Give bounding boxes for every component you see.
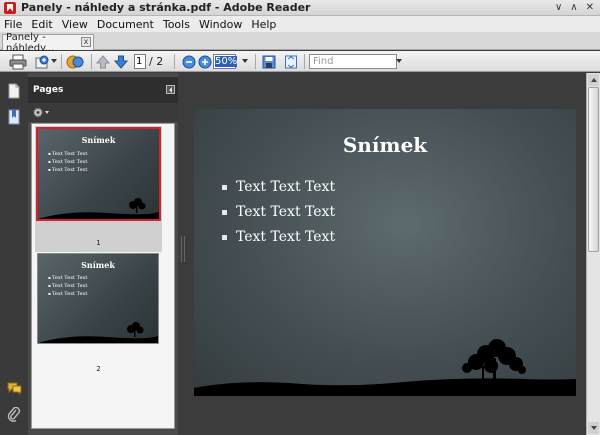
save-icon[interactable] (262, 54, 276, 70)
bookmarks-panel-icon[interactable] (7, 109, 21, 125)
thumbnail-bullets: Text Text Text Text Text Text Text Text … (48, 150, 87, 174)
find-dropdown-arrow[interactable] (396, 59, 402, 63)
slide-bullet: Text Text Text (222, 200, 335, 225)
collapse-panel-button[interactable] (166, 85, 175, 94)
menu-bar: File Edit View Document Tools Window Hel… (0, 16, 600, 32)
menu-help[interactable]: Help (251, 18, 276, 31)
scroll-down-button[interactable] (588, 422, 599, 434)
thumbnail-bullet: Text Text Text (48, 150, 87, 158)
bullet-square-icon (222, 185, 227, 190)
page-thumbnail-1[interactable]: Snímek Text Text Text Text Text Text Tex… (36, 127, 161, 221)
collaborate-icon[interactable] (66, 54, 84, 70)
pdf-page: Snímek Text Text Text Text Text Text Tex… (194, 109, 576, 396)
thumbnail-bullet: Text Text Text (48, 158, 87, 166)
adobe-reader-icon (4, 1, 16, 14)
pages-panel-toolbar (28, 103, 178, 122)
pages-panel-header: Pages (28, 77, 178, 103)
zoom-level-input[interactable]: 50% (213, 54, 238, 69)
zoom-level-value: 50% (215, 56, 238, 67)
printer-icon[interactable] (9, 54, 27, 70)
attachments-panel-icon[interactable] (7, 407, 21, 422)
share-dropdown-arrow[interactable] (51, 59, 57, 63)
toolbar-separator (61, 54, 62, 69)
slide-bullet-text: Text Text Text (236, 204, 336, 220)
tree-silhouette-image (194, 339, 576, 396)
tree-silhouette-image (38, 198, 159, 219)
menu-edit[interactable]: Edit (31, 18, 52, 31)
slide-bullet-text: Text Text Text (236, 229, 336, 245)
maximize-button[interactable]: ∧ (570, 1, 577, 15)
bullet-square-icon (222, 235, 227, 240)
thumbnail-bullet: Text Text Text (48, 282, 87, 290)
title-bar[interactable]: Panely - náhledy a stránka.pdf - Adobe R… (0, 0, 600, 16)
comments-panel-icon[interactable] (7, 381, 22, 395)
toolbar-separator (91, 54, 92, 69)
navigation-rail (0, 73, 28, 435)
thumbnail-title: Snímek (81, 135, 116, 145)
slide-bullet-text: Text Text Text (236, 179, 336, 195)
fit-page-icon[interactable] (284, 54, 298, 70)
zoom-out-icon[interactable] (182, 54, 196, 70)
menu-document[interactable]: Document (97, 18, 154, 31)
pages-panel-title: Pages (33, 85, 64, 95)
scroll-thumb[interactable] (588, 87, 599, 252)
menu-file[interactable]: File (4, 18, 22, 31)
document-tab-bar: Panely - náhledy... x (0, 32, 600, 54)
pages-panel: Pages Snímek Text Text Text Text Text Te… (28, 73, 178, 435)
page-number-label-2: 2 (96, 365, 101, 373)
close-button[interactable]: ✕ (586, 1, 594, 15)
tree-silhouette-image (38, 322, 158, 343)
document-tab[interactable]: Panely - náhledy... x (2, 32, 94, 54)
thumbnail-bullet: Text Text Text (48, 274, 87, 282)
zoom-dropdown-arrow[interactable] (242, 59, 248, 63)
thumbnail-bullet: Text Text Text (48, 166, 87, 174)
page-total-label: / 2 (149, 55, 164, 68)
arrow-down-icon[interactable] (114, 54, 128, 70)
toolbar-separator (255, 54, 256, 69)
thumbnail-list: Snímek Text Text Text Text Text Text Tex… (31, 123, 175, 429)
thumbnail-bullet: Text Text Text (48, 290, 87, 298)
menu-tools[interactable]: Tools (163, 18, 190, 31)
slide-title: Snímek (342, 133, 428, 157)
bullet-square-icon (222, 210, 227, 215)
toolbar: 1 / 2 50% Find (0, 51, 600, 72)
menu-window[interactable]: Window (199, 18, 242, 31)
find-input[interactable]: Find (309, 54, 397, 69)
panel-splitter[interactable] (178, 73, 190, 435)
toolbar-separator (174, 54, 175, 69)
share-icon[interactable] (34, 54, 50, 70)
splitter-grip[interactable] (181, 236, 185, 262)
slide-bullet: Text Text Text (222, 175, 335, 200)
slide-bullet: Text Text Text (222, 225, 335, 250)
page-number-label-1: 1 (96, 239, 101, 247)
slide-bullet-list: Text Text Text Text Text Text Text Text … (222, 175, 335, 250)
thumbnail-bullets: Text Text Text Text Text Text Text Text … (48, 274, 87, 298)
pages-panel-icon[interactable] (7, 83, 21, 99)
tab-close-button[interactable]: x (81, 37, 91, 47)
window-title: Panely - náhledy a stránka.pdf - Adobe R… (21, 1, 311, 14)
scroll-up-icon (591, 78, 597, 82)
arrow-up-icon[interactable] (96, 54, 110, 70)
menu-view[interactable]: View (62, 18, 88, 31)
toolbar-separator (304, 54, 305, 69)
thumbnail-title: Snímek (81, 260, 115, 270)
minimize-button[interactable]: ∨ (555, 1, 562, 15)
zoom-in-icon[interactable] (198, 54, 212, 70)
vertical-scrollbar[interactable] (586, 73, 600, 435)
scroll-up-button[interactable] (588, 74, 599, 86)
page-thumbnail-2[interactable]: Snímek Text Text Text Text Text Text Tex… (37, 253, 159, 344)
options-gear-icon[interactable] (32, 106, 50, 119)
page-number-input[interactable]: 1 (134, 54, 146, 69)
scroll-down-icon (591, 426, 597, 430)
window-controls: ∨ ∧ ✕ (555, 1, 594, 15)
document-view[interactable]: Snímek Text Text Text Text Text Text Tex… (190, 73, 586, 435)
